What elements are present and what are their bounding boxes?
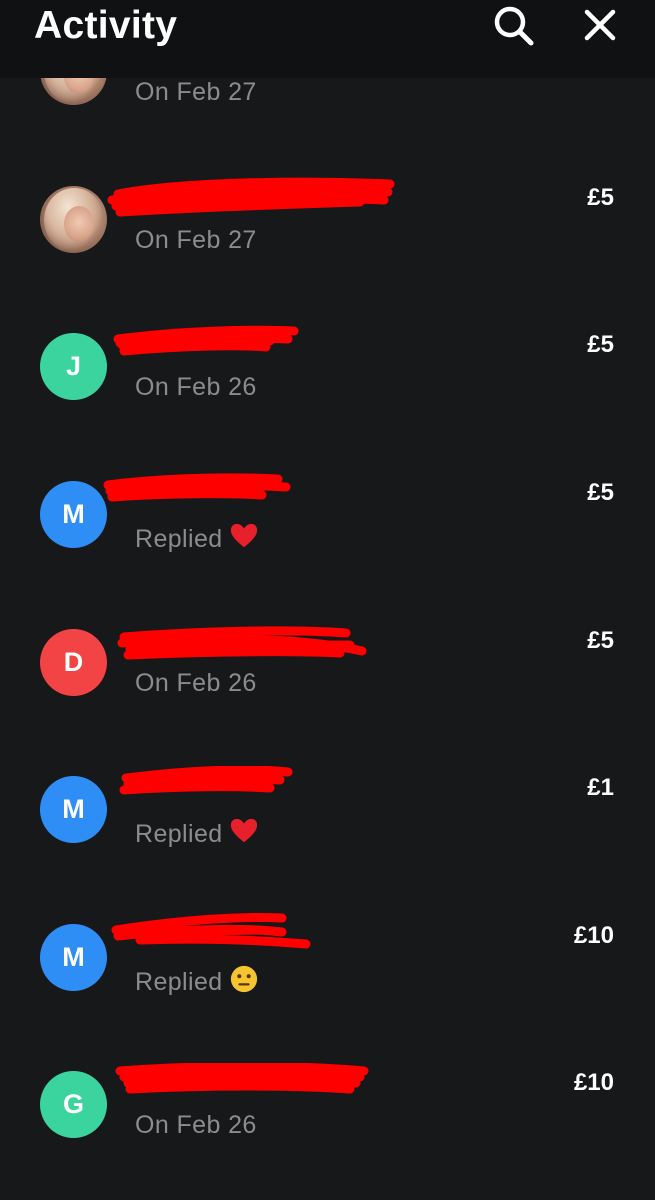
avatar-initial: M (62, 499, 85, 529)
avatar: M (40, 924, 107, 991)
avatar-initial: D (63, 647, 84, 677)
list-item[interactable]: M Replied £5 (0, 473, 655, 601)
activity-date: On Feb 27 (135, 78, 257, 106)
page-title: Activity (34, 4, 178, 47)
list-item[interactable]: M Replied £10 (0, 913, 655, 1044)
avatar: G (40, 1071, 107, 1138)
list-item[interactable]: J On Feb 26 £5 (0, 325, 655, 453)
search-button[interactable] (491, 3, 535, 47)
avatar: J (40, 333, 107, 400)
heart-emoji-icon (230, 523, 257, 548)
payment-amount: £1 (587, 774, 614, 801)
list-item[interactable]: M Replied £1 (0, 766, 655, 896)
payment-amount: £10 (573, 922, 614, 949)
avatar-initial: G (62, 1089, 84, 1119)
activity-reply: Replied (135, 964, 259, 997)
avatar-initial: J (65, 351, 82, 381)
activity-date: On Feb 27 (135, 226, 257, 254)
list-item[interactable]: D On Feb 26 £5 (0, 626, 655, 749)
avatar-initial: M (62, 942, 85, 972)
close-button[interactable] (578, 3, 622, 47)
avatar (40, 186, 107, 253)
payment-amount: £5 (587, 184, 614, 211)
neutral-face-emoji-icon (230, 965, 257, 993)
reply-label: Replied (135, 525, 223, 553)
payment-amount: £5 (587, 627, 614, 654)
list-item[interactable]: G On Feb 26 £10 (0, 1063, 655, 1191)
payment-amount: £5 (587, 331, 614, 358)
activity-date: On Feb 26 (135, 669, 257, 697)
activity-date: On Feb 26 (135, 373, 257, 401)
avatar-initial: M (62, 794, 85, 824)
avatar: M (40, 776, 107, 843)
top-bar: Activity (0, 0, 655, 78)
reply-label: Replied (135, 968, 223, 996)
activity-date: On Feb 26 (135, 1111, 257, 1139)
payment-amount: £5 (587, 479, 614, 506)
avatar: M (40, 481, 107, 548)
payment-amount: £10 (573, 1069, 614, 1096)
list-item[interactable]: On Feb 27 £5 (0, 177, 655, 306)
activity-reply: Replied (135, 521, 259, 554)
search-icon (494, 6, 534, 46)
avatar: D (40, 629, 107, 696)
heart-emoji-icon (230, 818, 257, 843)
activity-reply: Replied (135, 816, 259, 849)
reply-label: Replied (135, 820, 223, 848)
close-icon (584, 9, 616, 41)
